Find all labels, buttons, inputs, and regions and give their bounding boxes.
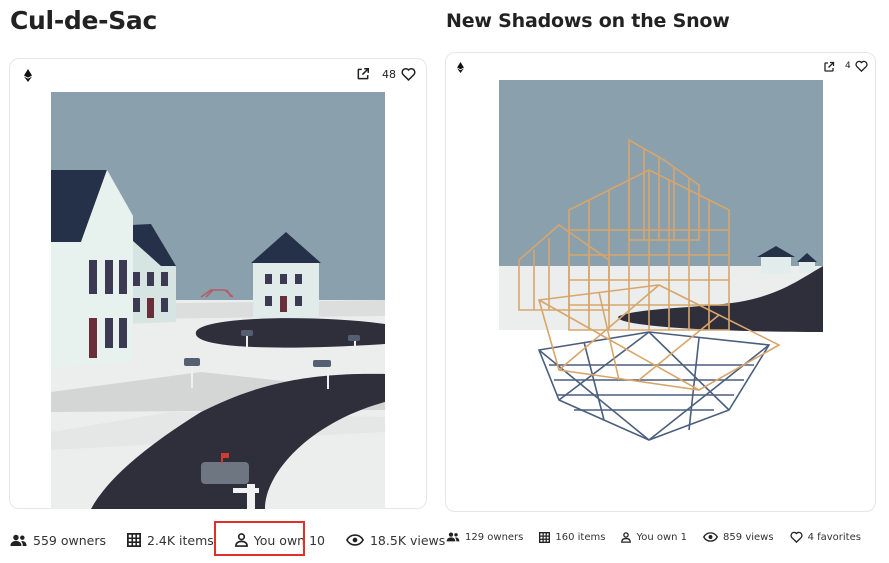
owners-stat[interactable]: 559 owners <box>10 533 106 548</box>
grid-icon <box>539 531 551 543</box>
owners-count: 129 owners <box>465 531 524 543</box>
artwork-wireframe-houses[interactable] <box>499 80 823 454</box>
people-icon <box>446 532 460 542</box>
artwork-cul-de-sac[interactable] <box>51 92 385 509</box>
favorites-stat[interactable]: 4 favorites <box>790 531 861 543</box>
you-own-stat[interactable]: You own 1 <box>621 532 687 543</box>
views-count: 859 views <box>723 531 774 543</box>
collection-title-cul-de-sac[interactable]: Cul-de-Sac <box>10 6 157 35</box>
heart-icon <box>790 531 803 543</box>
heart-icon[interactable] <box>855 60 868 72</box>
eye-icon <box>345 534 364 546</box>
favorite-count: 4 <box>845 61 851 71</box>
people-icon <box>10 534 27 546</box>
collection-stats-new-shadows: 129 owners 160 items You own 1 859 views… <box>446 529 877 545</box>
items-count: 2.4K items <box>146 532 214 548</box>
heart-icon[interactable] <box>401 67 416 81</box>
ethereum-icon <box>24 69 32 82</box>
external-link-icon[interactable] <box>356 67 370 81</box>
items-count: 160 items <box>555 531 606 543</box>
owners-count: 559 owners <box>33 532 106 548</box>
collection-card-new-shadows-on-the-snow[interactable]: 4 <box>445 52 876 512</box>
favorites-count: 4 favorites <box>807 531 861 543</box>
grid-icon <box>126 533 141 547</box>
favorite-count: 48 <box>382 68 396 81</box>
owners-stat[interactable]: 129 owners <box>446 532 523 543</box>
external-link-icon[interactable] <box>823 61 835 73</box>
you-own-highlight-box <box>214 521 305 556</box>
you-own-count: You own 1 <box>636 531 688 543</box>
person-icon <box>621 531 632 543</box>
views-stat[interactable]: 859 views <box>703 532 774 543</box>
collection-card-cul-de-sac[interactable]: 48 <box>9 58 427 509</box>
ethereum-icon <box>457 62 464 73</box>
eye-icon <box>703 532 719 542</box>
views-count: 18.5K views <box>369 532 446 548</box>
items-stat[interactable]: 160 items <box>539 531 606 543</box>
items-stat[interactable]: 2.4K items <box>126 532 214 548</box>
collection-title-new-shadows-on-the-snow[interactable]: New Shadows on the Snow <box>446 10 730 32</box>
views-stat[interactable]: 18.5K views <box>345 532 446 548</box>
